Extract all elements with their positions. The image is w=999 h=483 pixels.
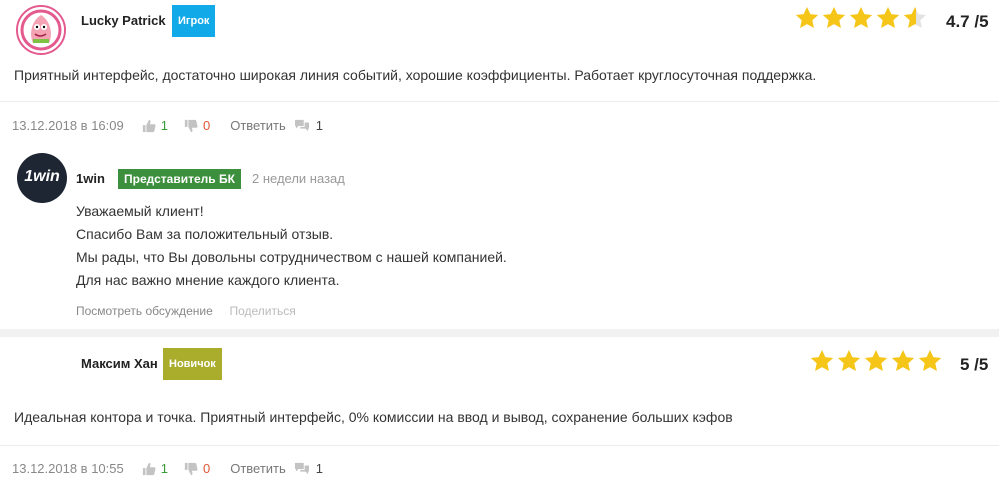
thumbs-down-icon[interactable] bbox=[184, 462, 198, 476]
comments-count: 1 bbox=[315, 118, 324, 133]
likes-count: 1 bbox=[160, 461, 168, 476]
divider bbox=[0, 445, 999, 446]
dislikes-count: 0 bbox=[202, 461, 211, 476]
star-icon bbox=[876, 6, 900, 28]
review-date: 13.12.2018 в 10:55 bbox=[12, 461, 124, 476]
star-icon bbox=[795, 6, 819, 28]
avatar[interactable] bbox=[16, 5, 66, 55]
reply-link[interactable]: Ответить bbox=[230, 461, 286, 476]
patrick-avatar-icon bbox=[18, 7, 64, 53]
rating-value: 4.7 /5 bbox=[946, 12, 989, 31]
rating-stars bbox=[794, 5, 928, 31]
user-badge: Новичок bbox=[163, 348, 222, 380]
thumbs-down-icon[interactable] bbox=[184, 119, 198, 133]
reply-line: Спасибо Вам за положительный отзыв. bbox=[76, 226, 334, 242]
review-meta: 13.12.2018 в 16:09 1 0 Ответить 1 bbox=[12, 118, 323, 133]
reply-link[interactable]: Ответить bbox=[230, 118, 286, 133]
thumbs-up-icon[interactable] bbox=[142, 462, 156, 476]
thumbs-up-icon[interactable] bbox=[142, 119, 156, 133]
bookmaker-logo: 1win bbox=[17, 153, 67, 203]
reply-actions: Посмотреть обсуждение Поделиться bbox=[76, 304, 296, 318]
star-half-icon bbox=[903, 6, 927, 28]
dislikes-count: 0 bbox=[202, 118, 211, 133]
logo-text: 1win bbox=[24, 168, 60, 185]
reply-time: 2 недели назад bbox=[252, 171, 345, 186]
review-separator bbox=[0, 329, 999, 337]
star-icon bbox=[891, 349, 915, 371]
rating-stars bbox=[809, 348, 943, 374]
representative-badge: Представитель БК bbox=[118, 169, 241, 189]
reply-line: Уважаемый клиент! bbox=[76, 203, 204, 219]
comments-icon[interactable] bbox=[294, 119, 310, 133]
star-icon bbox=[822, 6, 846, 28]
view-discussion-link[interactable]: Посмотреть обсуждение bbox=[76, 304, 213, 318]
share-link[interactable]: Поделиться bbox=[229, 304, 295, 318]
reply-line: Мы рады, что Вы довольны сотрудничеством… bbox=[76, 249, 507, 265]
comments-count: 1 bbox=[315, 461, 324, 476]
star-icon bbox=[849, 6, 873, 28]
user-badge: Игрок bbox=[172, 5, 216, 37]
author-name[interactable]: Максим Хан bbox=[81, 356, 158, 371]
review-text: Идеальная контора и точка. Приятный инте… bbox=[14, 409, 733, 425]
star-icon bbox=[837, 349, 861, 371]
review-text: Приятный интерфейс, достаточно широкая л… bbox=[14, 67, 817, 83]
star-icon bbox=[810, 349, 834, 371]
star-icon bbox=[864, 349, 888, 371]
review-date: 13.12.2018 в 16:09 bbox=[12, 118, 124, 133]
likes-count: 1 bbox=[160, 118, 168, 133]
review-card: Максим Хан Новичок 5 /5 Идеальная контор… bbox=[0, 337, 999, 483]
reply-body: Уважаемый клиент! Спасибо Вам за положит… bbox=[76, 200, 507, 292]
reply-line: Для нас важно мнение каждого клиента. bbox=[76, 272, 340, 288]
divider bbox=[0, 101, 999, 102]
rating-value: 5 /5 bbox=[960, 355, 989, 374]
review-meta: 13.12.2018 в 10:55 1 0 Ответить 1 bbox=[12, 461, 323, 476]
author-name[interactable]: Lucky Patrick bbox=[81, 13, 166, 28]
comments-icon[interactable] bbox=[294, 462, 310, 476]
reply-author[interactable]: 1win bbox=[76, 171, 105, 186]
star-icon bbox=[918, 349, 942, 371]
review-card: Lucky Patrick Игрок 4.7 /5 Приятный инте… bbox=[0, 0, 999, 330]
